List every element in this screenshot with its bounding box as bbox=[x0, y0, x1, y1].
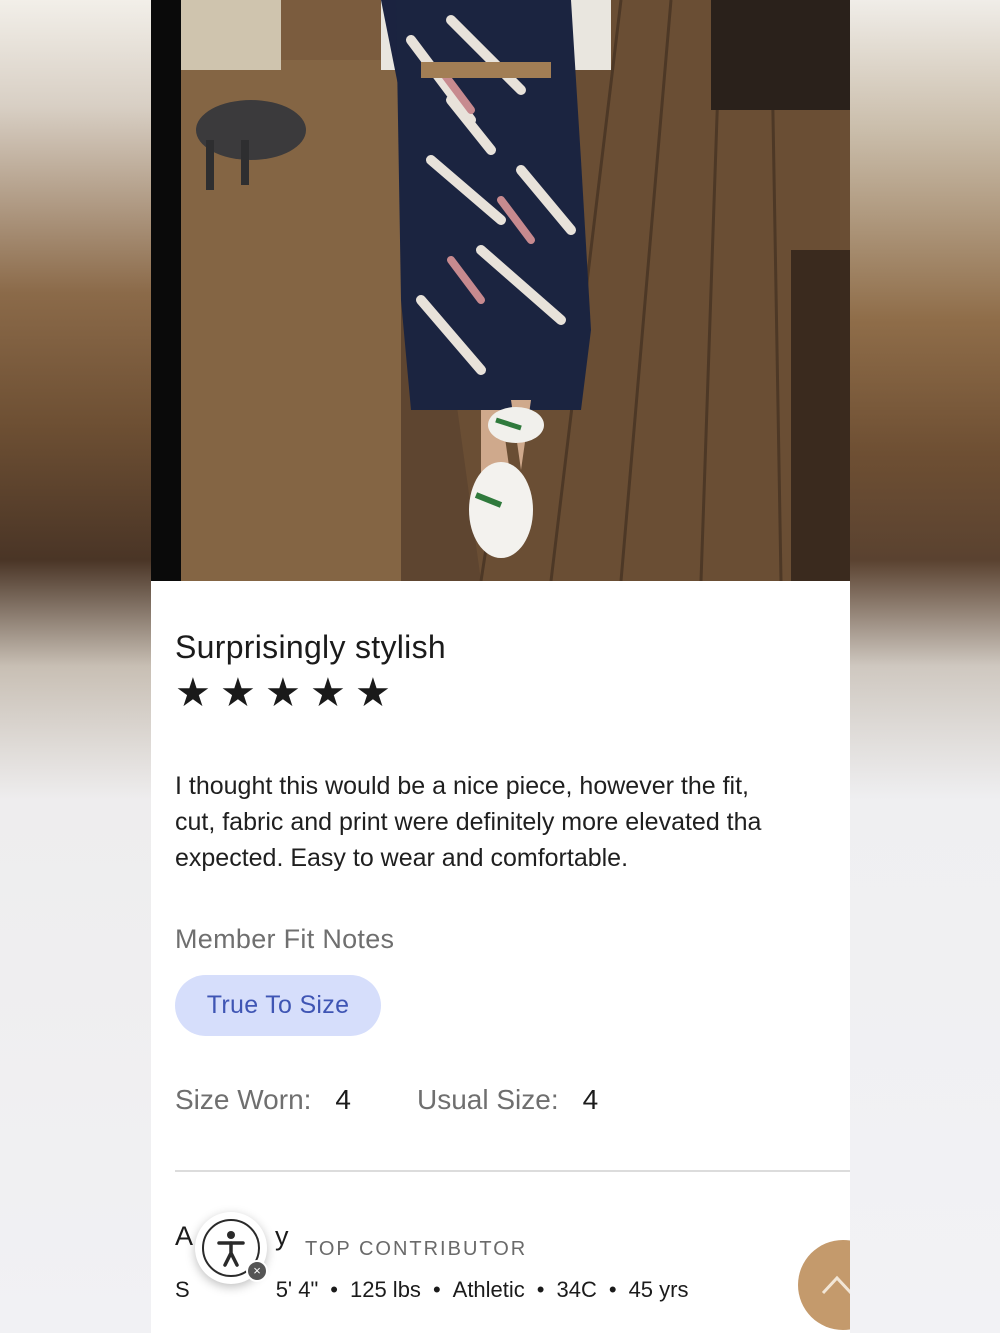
review-body: I thought this would be a nice piece, ho… bbox=[175, 772, 762, 872]
star-icon: ★ bbox=[265, 671, 301, 715]
star-icon: ★ bbox=[355, 671, 391, 715]
background-blur-left bbox=[0, 0, 151, 1333]
star-icon: ★ bbox=[310, 671, 346, 715]
reviewer-bust: 34C bbox=[556, 1277, 597, 1302]
reviewer-age: 45 yrs bbox=[628, 1277, 689, 1302]
reviewer-body-type: Athletic bbox=[452, 1277, 525, 1302]
top-contributor-badge: TOP CONTRIBUTOR bbox=[305, 1238, 528, 1260]
usual-size-label: Usual Size: bbox=[417, 1084, 559, 1115]
stats-prefix: S bbox=[175, 1277, 190, 1302]
fit-note-pill: True To Size bbox=[175, 975, 381, 1036]
chevron-up-icon bbox=[821, 1275, 850, 1295]
reviewer-name-end: y bbox=[275, 1221, 289, 1251]
review-screen: Surprisingly stylish ★ ★ ★ ★ ★ I thought… bbox=[151, 0, 850, 1333]
star-icon: ★ bbox=[175, 671, 211, 715]
background-blur-right bbox=[850, 0, 1000, 1333]
size-worn-value: 4 bbox=[335, 1084, 351, 1115]
reviewer-weight: 125 lbs bbox=[349, 1277, 421, 1302]
usual-size-value: 4 bbox=[582, 1084, 599, 1115]
close-icon[interactable]: × bbox=[246, 1260, 268, 1282]
section-divider bbox=[175, 1170, 850, 1172]
size-worn-label: Size Worn: bbox=[175, 1084, 312, 1115]
scroll-to-top-button[interactable] bbox=[798, 1240, 850, 1330]
star-icon: ★ bbox=[220, 671, 256, 715]
reviewer-name-start: A bbox=[175, 1221, 194, 1251]
rating-stars: ★ ★ ★ ★ ★ bbox=[175, 673, 396, 714]
review-title: Surprisingly stylish bbox=[175, 629, 446, 665]
fit-notes-heading: Member Fit Notes bbox=[175, 924, 395, 954]
review-photo[interactable] bbox=[151, 0, 850, 581]
reviewer-height: 5' 4" bbox=[275, 1277, 319, 1302]
size-info: Size Worn: 4 Usual Size: 4 bbox=[175, 1084, 598, 1116]
